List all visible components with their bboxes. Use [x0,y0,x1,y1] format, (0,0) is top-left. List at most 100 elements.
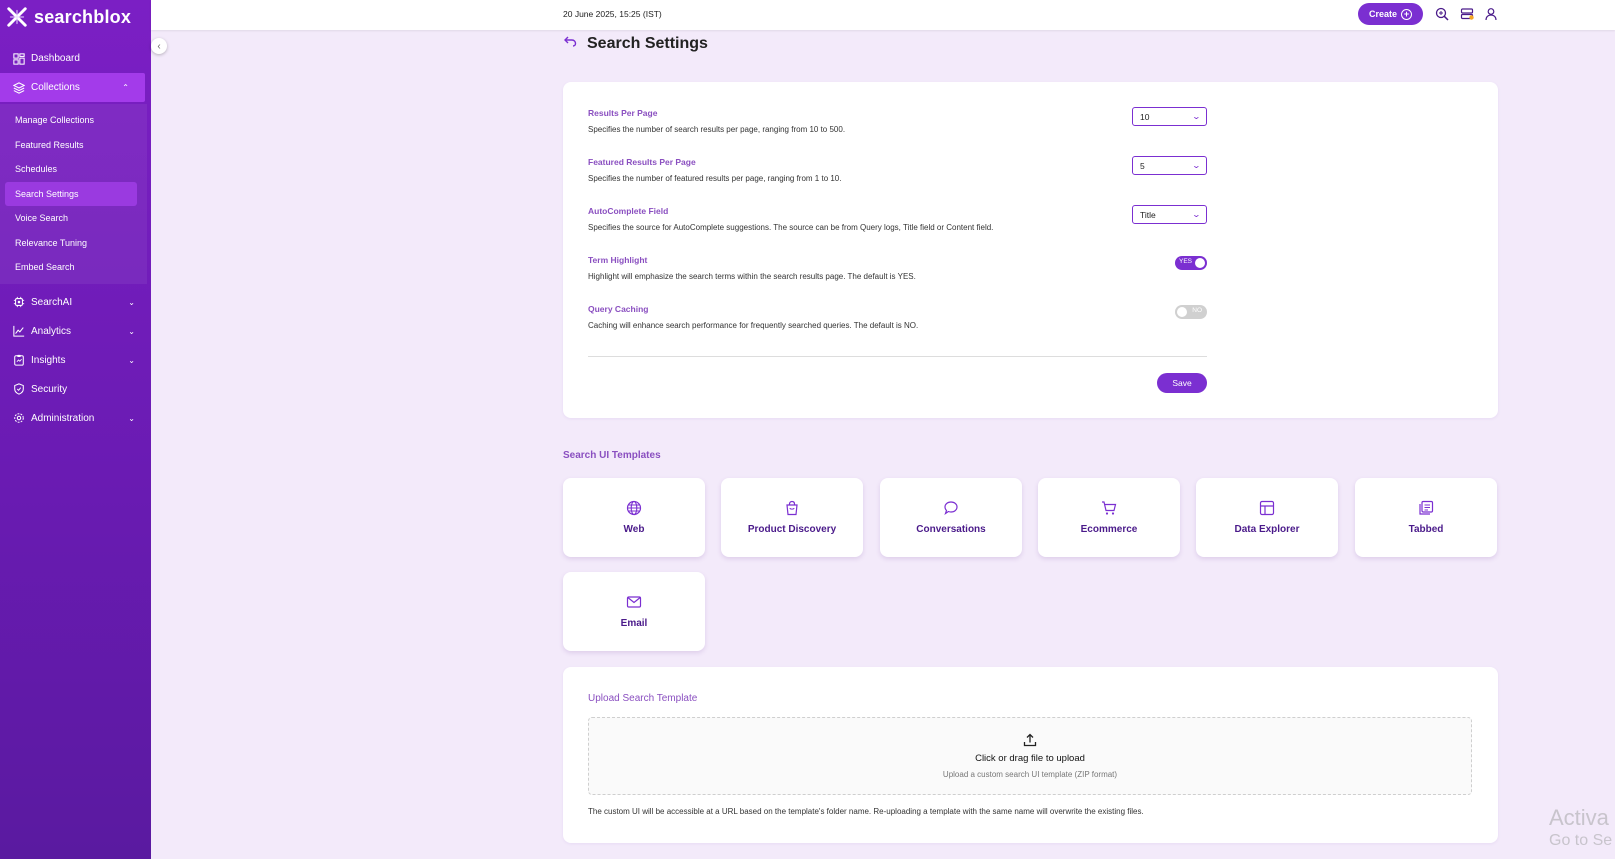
chevron-left-icon: ‹ [157,40,161,52]
setting-description: Specifies the number of search results p… [588,125,846,134]
page-title: Search Settings [587,34,708,52]
shield-icon [12,383,25,396]
submenu-item-relevance-tuning[interactable]: Relevance Tuning [0,231,147,256]
toggle-state: NO [1192,307,1202,314]
chevron-up-icon: ⌃ [122,83,129,92]
upload-note: The custom UI will be accessible at a UR… [588,807,1144,816]
sidebar-item-label: Dashboard [31,53,80,64]
chevron-down-icon: ⌄ [128,413,135,423]
sidebar-item-security[interactable]: Security [0,375,151,404]
save-button[interactable]: Save [1157,373,1207,393]
table-icon [1259,500,1275,516]
sidebar-item-label: Administration [31,412,95,424]
template-name: Email [620,618,648,629]
sidebar-item-analytics[interactable]: Analytics ⌄ [0,317,151,346]
submenu-item-embed-search[interactable]: Embed Search [0,255,147,280]
setting-results-per-page: Results Per Page Specifies the number of… [588,108,845,134]
query-caching-toggle[interactable]: NO [1175,305,1207,319]
chart-icon [12,325,25,338]
chevron-down-icon: ⌄ [1191,161,1202,170]
file-dropzone[interactable]: Click or drag file to upload Upload a cu… [588,717,1472,795]
template-card-web[interactable]: Web [563,478,705,557]
setting-featured-results-per-page: Featured Results Per Page Specifies the … [588,157,841,183]
template-card-conversations[interactable]: Conversations [880,478,1022,557]
template-card-tabbed[interactable]: Tabbed [1355,478,1497,557]
select-value: 10 [1140,111,1150,122]
toggle-state: YES [1179,258,1193,265]
top-bar: 20 June 2025, 15:25 (IST) Create + [151,0,1615,30]
sidebar-item-dashboard[interactable]: Dashboard [0,44,151,73]
back-arrow-icon[interactable] [563,34,577,53]
submenu-item-search-settings[interactable]: Search Settings [5,181,137,206]
template-name: Ecommerce [1080,524,1138,535]
collections-submenu: Manage Collections Featured Results Sche… [0,104,147,284]
autocomplete-field-select[interactable]: Title ⌄ [1132,205,1207,224]
chevron-down-icon: ⌄ [128,326,135,336]
submenu-item-manage-collections[interactable]: Manage Collections [0,108,147,133]
setting-label: Query Caching [588,304,649,314]
setting-label: Term Highlight [588,255,648,265]
sidebar-collapse-button[interactable]: ‹ [151,38,167,54]
user-profile-icon[interactable] [1483,6,1498,21]
template-card-ecommerce[interactable]: Ecommerce [1038,478,1180,557]
mail-icon [626,596,642,608]
select-value: 5 [1140,160,1145,171]
brand-name: searchblox [34,6,132,27]
term-highlight-toggle[interactable]: YES [1175,256,1207,270]
ai-chip-icon [12,296,25,309]
create-button-label: Create [1368,9,1397,19]
setting-label: AutoComplete Field [588,206,669,216]
sidebar-item-administration[interactable]: Administration ⌄ [0,404,151,433]
sidebar-nav: Dashboard Collections ⌃ Manage Collectio… [0,44,151,433]
search-zoom-icon[interactable] [1434,6,1449,21]
setting-autocomplete-field: AutoComplete Field Specifies the source … [588,206,993,232]
search-settings-card: Results Per Page Specifies the number of… [563,82,1498,418]
template-card-email[interactable]: Email [563,572,705,651]
sidebar-item-insights[interactable]: Insights ⌄ [0,346,151,375]
setting-description: Specifies the source for AutoComplete su… [588,223,994,232]
toggle-knob [1177,307,1187,317]
sidebar-item-label: Insights [31,354,66,366]
setting-description: Highlight will emphasize the search term… [588,272,916,281]
setting-term-highlight: Term Highlight Highlight will emphasize … [588,255,916,281]
select-value: Title [1140,209,1156,220]
watermark-line-1: Activa [1549,805,1609,830]
clipboard-icon [12,354,25,367]
shopping-bag-icon [786,500,798,516]
sidebar: searchblox Dashboard Collections ⌃ Manag… [0,0,151,859]
watermark-line-2: Go to Se [1549,832,1613,849]
submenu-item-schedules[interactable]: Schedules [0,157,147,182]
setting-label: Featured Results Per Page [588,157,696,167]
submenu-item-featured-results[interactable]: Featured Results [0,133,147,158]
globe-icon [626,500,642,516]
chevron-down-icon: ⌄ [128,355,135,365]
cart-icon [1102,501,1117,515]
upload-template-card: Upload Search Template Click or drag fil… [563,667,1498,843]
dropzone-primary-text: Click or drag file to upload [975,753,1085,764]
tabs-icon [1419,500,1434,515]
template-card-data-explorer[interactable]: Data Explorer [1196,478,1338,557]
chevron-down-icon: ⌄ [1191,210,1202,219]
template-name: Web [623,524,645,535]
create-button[interactable]: Create + [1358,3,1423,25]
submenu-item-voice-search[interactable]: Voice Search [0,206,147,231]
chevron-down-icon: ⌄ [128,297,135,307]
searchblox-logo-icon [7,7,27,27]
sidebar-item-collections[interactable]: Collections ⌃ [0,73,145,102]
template-card-product-discovery[interactable]: Product Discovery [721,478,863,557]
chat-bubble-icon [944,501,958,516]
divider [588,356,1207,357]
toggle-knob [1195,258,1205,268]
setting-description: Specifies the number of featured results… [588,174,842,183]
featured-per-page-select[interactable]: 5 ⌄ [1132,156,1207,175]
datetime-display: 20 June 2025, 15:25 (IST) [563,9,662,19]
sidebar-item-searchai[interactable]: SearchAI ⌄ [0,288,151,317]
logo[interactable]: searchblox [0,0,151,34]
sidebar-item-label: Collections [31,82,80,93]
server-status-icon[interactable] [1459,6,1474,21]
upload-icon [1023,733,1037,747]
template-name: Conversations [916,524,986,535]
setting-query-caching: Query Caching Caching will enhance searc… [588,304,918,330]
upload-section-title: Upload Search Template [588,693,698,704]
results-per-page-select[interactable]: 10 ⌄ [1132,107,1207,126]
